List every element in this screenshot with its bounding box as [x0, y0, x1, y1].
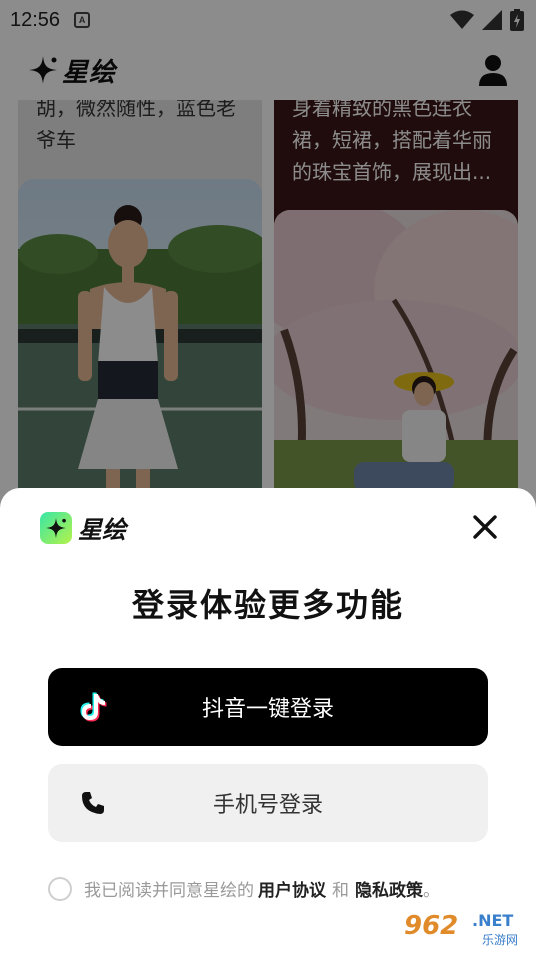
watermark-caption: 乐游网: [482, 933, 518, 947]
close-icon: [473, 515, 497, 539]
agreement-checkbox[interactable]: [48, 876, 72, 901]
phone-login-button[interactable]: 手机号登录: [48, 764, 488, 842]
agreement-and: 和: [332, 881, 349, 901]
watermark-net: .NET: [472, 911, 513, 930]
site-watermark: 962 .NET 乐游网: [398, 904, 530, 948]
login-sheet: 星绘 登录体验更多功能 抖音一键登录 手机号登录 我已阅读并同意星绘的 用户协议…: [0, 488, 536, 954]
phone-login-label: 手机号登录: [212, 793, 323, 818]
sheet-brand-name: 星绘: [78, 516, 126, 544]
close-button[interactable]: [468, 510, 502, 544]
agreement-row: 我已阅读并同意星绘的 用户协议 和 隐私政策 。: [48, 876, 440, 901]
douyin-logo-icon: [76, 690, 110, 724]
phone-icon: [76, 786, 110, 820]
sparkle-star-icon: [45, 517, 67, 538]
sheet-brand: 星绘: [40, 510, 126, 545]
agreement-prefix: 我已阅读并同意星绘的: [84, 881, 254, 901]
user-agreement-link[interactable]: 用户协议: [258, 876, 326, 901]
douyin-login-button[interactable]: 抖音一键登录: [48, 668, 488, 746]
sheet-title: 登录体验更多功能: [131, 586, 404, 624]
privacy-policy-link[interactable]: 隐私政策: [355, 876, 423, 901]
watermark-number: 962: [404, 911, 458, 941]
douyin-login-label: 抖音一键登录: [201, 697, 334, 722]
agreement-suffix: 。: [423, 881, 440, 901]
brand-badge: [40, 511, 72, 544]
